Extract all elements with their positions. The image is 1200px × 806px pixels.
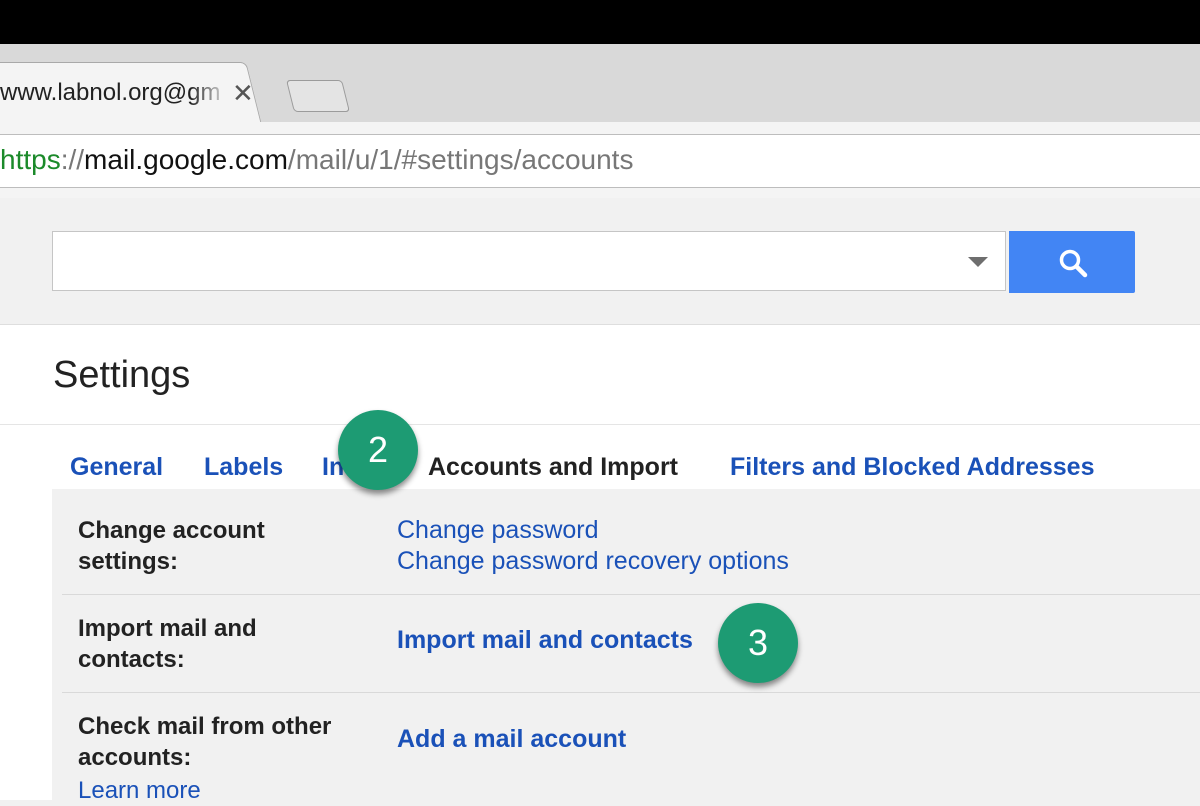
import-mail-label: Import mail and contacts: [78,615,257,673]
row-divider [62,594,1200,595]
page-title: Settings [53,354,191,396]
change-account-label: Change account settings: [78,517,265,575]
add-mail-account-link[interactable]: Add a mail account [397,724,626,755]
address-bar-url[interactable]: https://mail.google.com/mail/u/1/#settin… [0,140,633,180]
divider [0,424,1200,425]
step-marker-2: 2 [338,410,418,490]
browser-tab-title-fade [190,76,230,110]
import-mail-link[interactable]: Import mail and contacts [397,625,693,656]
url-host: mail.google.com [84,144,288,175]
search-options-chevron-down-icon[interactable] [968,257,988,267]
search-input[interactable] [52,231,1006,291]
learn-more-link[interactable]: Learn more [78,775,201,806]
change-recovery-options-link[interactable]: Change password recovery options [397,546,789,577]
url-separator: :// [60,144,85,175]
url-scheme: https [0,144,61,175]
check-mail-label: Check mail from other accounts: [78,713,332,771]
tab-labels[interactable]: Labels [204,449,283,485]
search-icon [1059,249,1088,278]
change-password-link[interactable]: Change password [397,515,599,546]
screen-top-bezel [0,0,1200,44]
url-path: /mail/u/1/#settings/accounts [287,144,634,175]
step-marker-3: 3 [718,603,798,683]
tab-close-icon[interactable]: ✕ [232,76,254,110]
new-tab-button[interactable] [286,80,350,112]
tab-general[interactable]: General [70,449,163,485]
search-button[interactable] [1009,231,1135,293]
row-divider [62,692,1200,693]
tab-accounts-and-import[interactable]: Accounts and Import [428,449,678,485]
tab-filters[interactable]: Filters and Blocked Addresses [730,449,1094,485]
